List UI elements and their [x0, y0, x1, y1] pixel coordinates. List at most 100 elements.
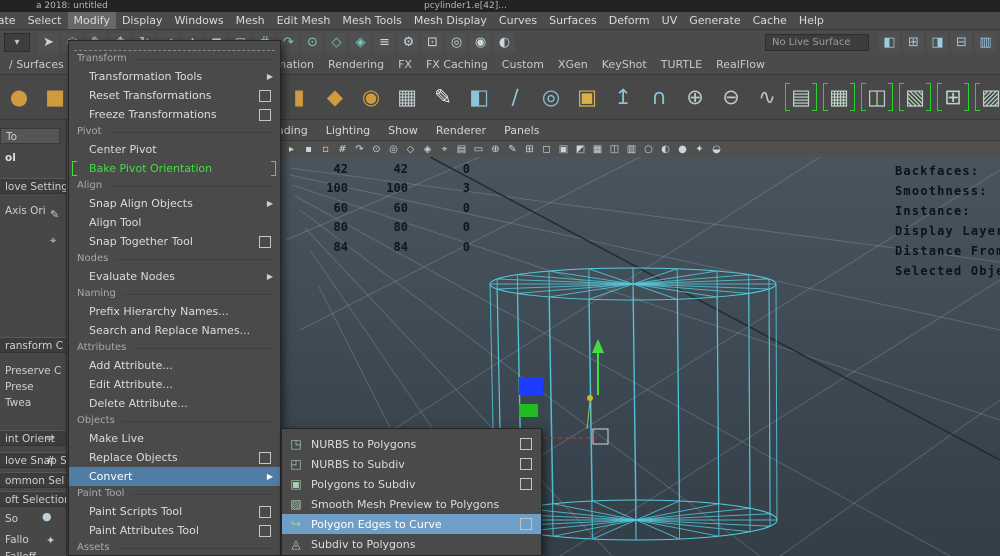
type-tool-icon[interactable]: ▦ [822, 80, 856, 114]
option-box[interactable] [259, 236, 271, 248]
shelf-tab-keyshot[interactable]: KeyShot [595, 58, 654, 71]
snap-projected-center-icon[interactable]: ◎ [386, 143, 401, 156]
make-live-icon[interactable]: ◈ [420, 143, 435, 156]
menu-item-snap-together-tool[interactable]: Snap Together Tool [69, 232, 280, 251]
plane-primitive-icon[interactable]: ◆ [318, 80, 352, 114]
menu-surfaces[interactable]: Surfaces [543, 12, 603, 29]
field-chart-icon[interactable]: ▦ [590, 143, 605, 156]
resolution-gate-icon[interactable]: ▣ [556, 143, 571, 156]
shelf-tab-fx[interactable]: FX [391, 58, 419, 71]
ipr-render-icon[interactable]: ◐ [494, 33, 515, 53]
shadows-icon[interactable]: ◒ [709, 143, 724, 156]
target-icon[interactable]: ⌖ [50, 234, 56, 248]
shelf-tab-surfaces[interactable]: / Surfaces [2, 58, 71, 71]
lights-icon[interactable]: ✦ [692, 143, 707, 156]
safe-action-icon[interactable]: ◫ [607, 143, 622, 156]
submenu-item-polygons-to-subdiv[interactable]: ▣Polygons to Subdiv [282, 474, 541, 494]
option-box[interactable] [259, 525, 271, 537]
option-box[interactable] [520, 518, 532, 530]
panel-menu-show[interactable]: Show [379, 124, 427, 137]
gate-mask-icon[interactable]: ◩ [573, 143, 588, 156]
panel-menu-renderer[interactable]: Renderer [427, 124, 495, 137]
make-live-icon[interactable]: ◈ [350, 33, 371, 53]
quad-draw-icon[interactable]: ◧ [462, 80, 496, 114]
menu-item-align-tool[interactable]: Align Tool [69, 213, 280, 232]
menu-cache[interactable]: Cache [747, 12, 793, 29]
option-box[interactable] [259, 90, 271, 102]
selection-mode-dropdown[interactable]: ▾ [4, 33, 30, 52]
menu-mesh[interactable]: Mesh [230, 12, 271, 29]
menu-deform[interactable]: Deform [603, 12, 656, 29]
submenu-item-smooth-mesh-preview-to-polygons[interactable]: ▨Smooth Mesh Preview to Polygons [282, 494, 541, 514]
snap-curve-icon[interactable]: ↷ [278, 33, 299, 53]
single-pane-layout-icon[interactable]: ◧ [879, 33, 900, 53]
menu-edit-mesh[interactable]: Edit Mesh [271, 12, 337, 29]
option-box[interactable] [259, 109, 271, 121]
panel-menu-panels[interactable]: Panels [495, 124, 548, 137]
torus-primitive-icon[interactable]: ◉ [354, 80, 388, 114]
select-tool-icon[interactable]: ➤ [38, 33, 59, 53]
brush-icon[interactable]: ✑ [46, 432, 55, 445]
snap-point-icon[interactable]: ⊙ [302, 33, 323, 53]
target-weld-icon[interactable]: ◎ [534, 80, 568, 114]
split-layout-icon[interactable]: ▥ [975, 33, 996, 53]
shelf-tab-fx-caching[interactable]: FX Caching [419, 58, 495, 71]
option-box[interactable] [259, 452, 271, 464]
select-by-object-icon[interactable]: ▪ [301, 143, 316, 156]
menu-select[interactable]: Select [22, 12, 68, 29]
curve-warp-icon[interactable]: ▤ [784, 80, 818, 114]
tool-settings-row-ransform-c[interactable]: ransform C [0, 337, 66, 353]
sweep-mesh-icon[interactable]: ◫ [860, 80, 894, 114]
tool-settings-row-oft-selection[interactable]: oft Selection [0, 491, 66, 507]
menu-create[interactable]: Create [0, 12, 22, 29]
menu-item-bake-pivot-orientation[interactable]: Bake Pivot Orientation [69, 159, 280, 178]
menu-tearoff-handle[interactable] [74, 43, 275, 51]
snap-grid-icon[interactable]: # [335, 143, 350, 156]
history-icon[interactable]: ≡ [374, 33, 395, 53]
submenu-item-nurbs-to-polygons[interactable]: ◳NURBS to Polygons [282, 434, 541, 454]
menu-item-paint-attributes-tool[interactable]: Paint Attributes Tool [69, 521, 280, 540]
snap-point-icon[interactable]: ⊙ [369, 143, 384, 156]
safe-title-icon[interactable]: ▥ [624, 143, 639, 156]
submenu-item-nurbs-to-subdiv[interactable]: ◰NURBS to Subdiv [282, 454, 541, 474]
textured-icon[interactable]: ● [675, 143, 690, 156]
option-box[interactable] [259, 506, 271, 518]
tool-settings-row-int-orient[interactable]: int Orient [0, 430, 66, 446]
smooth-icon[interactable]: ∿ [750, 80, 784, 114]
snap-curve-icon[interactable]: ↷ [352, 143, 367, 156]
camera-attributes-icon[interactable]: ⌖ [437, 143, 452, 156]
menu-modify[interactable]: Modify [68, 12, 116, 29]
construction-history-icon[interactable]: ⚙ [398, 33, 419, 53]
pencil-icon[interactable]: ✎ [50, 208, 59, 221]
tool-settings-row-love-setting[interactable]: love Setting [0, 178, 66, 194]
pencil-curve-icon[interactable]: ✎ [426, 80, 460, 114]
shelf-tab-rendering[interactable]: Rendering [321, 58, 391, 71]
option-box[interactable] [520, 458, 532, 470]
bridge-icon[interactable]: ∩ [642, 80, 676, 114]
menu-item-freeze-transformations[interactable]: Freeze Transformations [69, 105, 280, 124]
film-gate-icon[interactable]: ◻ [539, 143, 554, 156]
grid-icon[interactable]: ⊞ [522, 143, 537, 156]
menu-item-evaluate-nodes[interactable]: Evaluate Nodes▶ [69, 267, 280, 286]
snap-view-plane-icon[interactable]: ◇ [403, 143, 418, 156]
wireframe-icon[interactable]: ○ [641, 143, 656, 156]
menu-item-edit-attribute[interactable]: Edit Attribute... [69, 375, 280, 394]
panel-menu-lighting[interactable]: Lighting [317, 124, 379, 137]
falloff-icon[interactable]: ✦ [46, 534, 55, 547]
render-icon[interactable]: ◉ [470, 33, 491, 53]
menu-item-search-and-replace-names[interactable]: Search and Replace Names... [69, 321, 280, 340]
menu-curves[interactable]: Curves [493, 12, 543, 29]
live-surface-field[interactable]: No Live Surface [765, 34, 869, 51]
bookmark-icon[interactable]: ▤ [454, 143, 469, 156]
snap-icon[interactable]: # [46, 454, 55, 467]
render-view-layout-icon[interactable]: ⊟ [951, 33, 972, 53]
menu-item-make-live[interactable]: Make Live [69, 429, 280, 448]
shaded-icon[interactable]: ◐ [658, 143, 673, 156]
retopologize-icon[interactable]: ▨ [974, 80, 1000, 114]
menu-mesh-tools[interactable]: Mesh Tools [336, 12, 408, 29]
submenu-item-subdiv-to-polygons[interactable]: ◬Subdiv to Polygons [282, 534, 541, 554]
pan-zoom-icon[interactable]: ⊕ [488, 143, 503, 156]
grease-pencil-icon[interactable]: ✎ [505, 143, 520, 156]
option-box[interactable] [520, 478, 532, 490]
shelf-tab-turtle[interactable]: TURTLE [654, 58, 709, 71]
